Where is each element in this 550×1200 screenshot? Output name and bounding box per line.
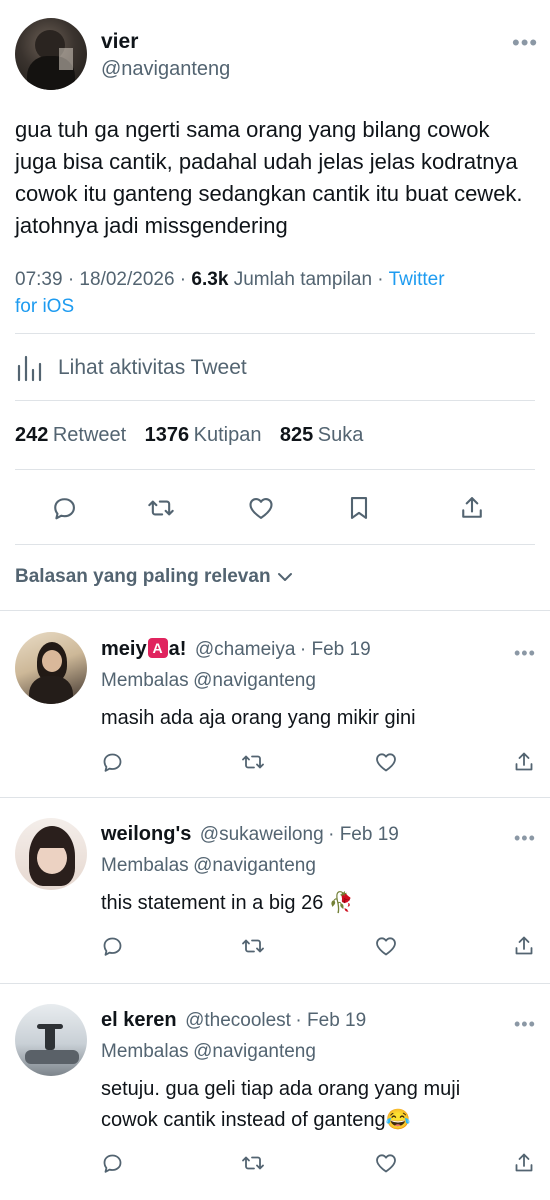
replying-to: Membalas @naviganteng: [101, 855, 316, 876]
a-button-emoji: A: [147, 638, 168, 658]
retweets-stat[interactable]: 242 Retweet: [15, 424, 126, 446]
replying-to-handle[interactable]: @naviganteng: [193, 1041, 316, 1062]
sort-label: Balasan yang paling relevan: [15, 566, 271, 587]
reply-icon: [103, 937, 122, 956]
tweet-stats: 242 Retweet 1376 Kutipan 825 Suka: [15, 424, 363, 447]
more-icon[interactable]: •••: [514, 644, 536, 662]
more-icon[interactable]: •••: [512, 32, 538, 54]
like-icon: [376, 937, 396, 956]
replying-to-handle[interactable]: @naviganteng: [193, 670, 316, 691]
reply-handle[interactable]: @chameiya: [195, 639, 296, 660]
share-button[interactable]: [508, 746, 540, 778]
retweet-button[interactable]: [237, 930, 269, 962]
reply-text-line-2: cowok cantik instead of ganteng😂: [101, 1109, 411, 1131]
sort-replies-dropdown[interactable]: Balasan yang paling relevan: [15, 566, 294, 588]
share-icon: [515, 752, 533, 771]
bookmark-icon: [350, 497, 368, 519]
retweet-button[interactable]: [237, 746, 269, 778]
analytics-icon: [15, 354, 45, 382]
like-icon: [376, 753, 396, 772]
tweet-text: gua tuh ga ngerti sama orang yang bilang…: [15, 117, 523, 238]
like-icon: [249, 497, 273, 519]
divider: [0, 983, 550, 984]
reply-display-name[interactable]: weilong's: [101, 823, 191, 845]
retweet-icon: [148, 500, 174, 516]
like-button[interactable]: [370, 930, 402, 962]
bookmark-button[interactable]: [343, 492, 375, 524]
like-button[interactable]: [370, 1147, 402, 1179]
reply-icon: [54, 498, 75, 520]
divider: [15, 333, 535, 334]
divider: [15, 400, 535, 401]
reply-text: masih ada aja orang yang mikir gini: [101, 707, 416, 729]
replying-to: Membalas @naviganteng: [101, 1041, 316, 1062]
author-display-name[interactable]: vier: [101, 30, 138, 54]
author-avatar[interactable]: [15, 18, 87, 90]
more-icon[interactable]: •••: [514, 829, 536, 847]
divider: [15, 469, 535, 470]
share-button[interactable]: [508, 930, 540, 962]
like-button[interactable]: [245, 492, 277, 524]
reply-avatar[interactable]: [15, 632, 87, 704]
reply-date[interactable]: · Feb 19: [295, 1010, 366, 1031]
like-button[interactable]: [370, 746, 402, 778]
views-label: Jumlah tampilan: [233, 269, 373, 290]
reply-header: weilong's @sukaweilong · Feb 19: [101, 823, 399, 846]
reply-icon: [103, 1154, 122, 1173]
author-handle[interactable]: @naviganteng: [101, 58, 230, 81]
share-icon: [515, 936, 533, 955]
reply-handle[interactable]: @thecoolest: [185, 1010, 291, 1031]
reply-date[interactable]: · Feb 19: [300, 639, 371, 660]
reply-button[interactable]: [96, 930, 128, 962]
reply-display-name[interactable]: meiy Aa!: [101, 638, 186, 660]
views-count: 6.3k: [191, 269, 229, 290]
share-button[interactable]: [508, 1147, 540, 1179]
divider: [15, 544, 535, 545]
reply-text-line-1: setuju. gua geli tiap ada orang yang muj…: [101, 1078, 461, 1100]
share-icon: [462, 497, 482, 518]
reply-button[interactable]: [96, 1147, 128, 1179]
reply-header: meiy Aa! @chameiya · Feb 19: [101, 638, 371, 661]
divider: [0, 610, 550, 611]
retweet-button[interactable]: [145, 492, 177, 524]
retweet-icon: [242, 939, 264, 953]
replying-to-handle[interactable]: @naviganteng: [193, 855, 316, 876]
like-icon: [376, 1154, 396, 1173]
activity-label: Lihat aktivitas Tweet: [58, 356, 247, 379]
reply-button[interactable]: [96, 746, 128, 778]
chevron-down-icon: [277, 573, 292, 581]
more-icon[interactable]: •••: [514, 1015, 536, 1033]
retweet-icon: [242, 755, 264, 769]
reply-display-name[interactable]: el keren: [101, 1009, 177, 1031]
replying-to: Membalas @naviganteng: [101, 670, 316, 691]
likes-stat[interactable]: 825 Suka: [280, 424, 363, 446]
tweet-timestamp[interactable]: 07:39 · 18/02/2026 ·: [15, 269, 191, 290]
tweet-source-line2[interactable]: for iOS: [15, 293, 74, 320]
reply-button[interactable]: [48, 492, 80, 524]
tweet-meta: 07:39 · 18/02/2026 · 6.3k Jumlah tampila…: [15, 269, 445, 290]
retweet-icon: [242, 1156, 264, 1170]
reply-icon: [103, 753, 122, 772]
tweet-activity-link[interactable]: Lihat aktivitas Tweet: [15, 350, 315, 386]
retweet-button[interactable]: [237, 1147, 269, 1179]
reply-date[interactable]: · Feb 19: [328, 824, 399, 845]
divider: [0, 797, 550, 798]
tweet-source[interactable]: Twitter: [389, 269, 445, 290]
share-icon: [515, 1153, 533, 1172]
share-button[interactable]: [456, 492, 488, 524]
reply-handle[interactable]: @sukaweilong: [200, 824, 324, 845]
reply-avatar[interactable]: [15, 818, 87, 890]
reply-avatar[interactable]: [15, 1004, 87, 1076]
quotes-stat[interactable]: 1376 Kutipan: [145, 424, 262, 446]
reply-text: this statement in a big 26 🥀: [101, 892, 354, 914]
reply-header: el keren @thecoolest · Feb 19: [101, 1009, 366, 1032]
